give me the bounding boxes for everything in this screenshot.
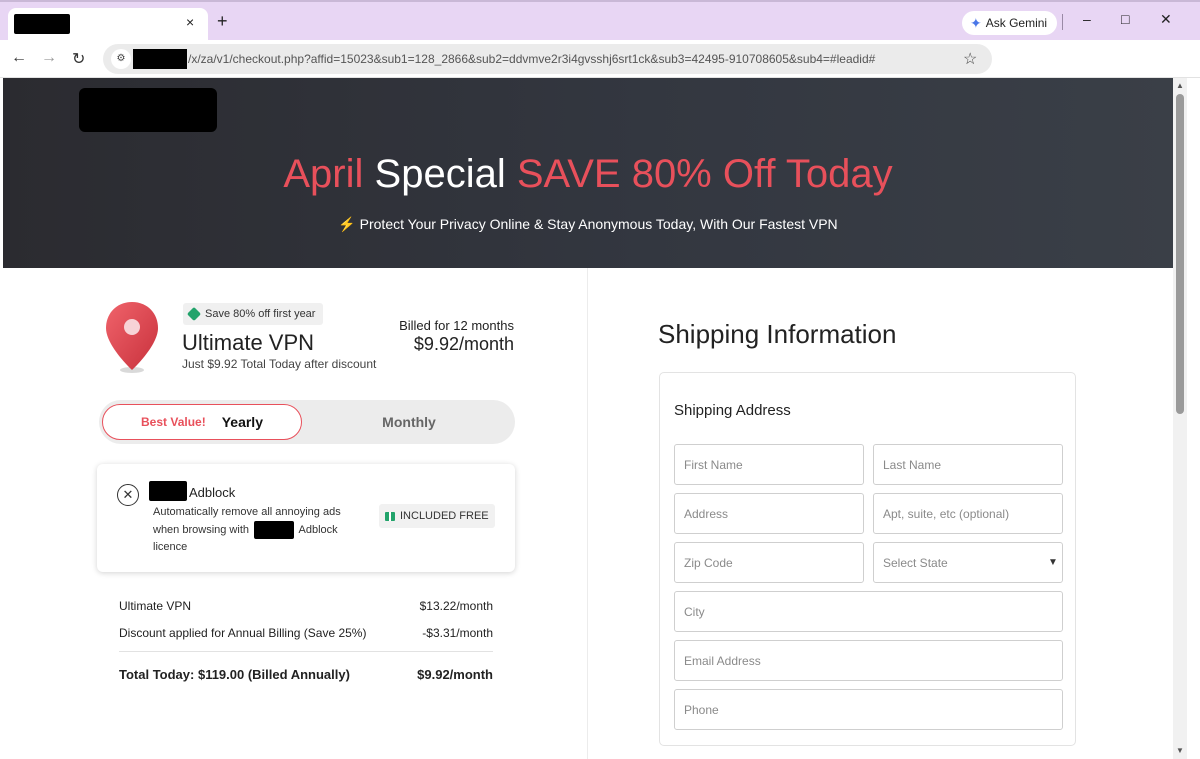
headline-special: Special bbox=[363, 152, 517, 196]
plan-option-monthly[interactable]: Monthly bbox=[309, 404, 509, 440]
page-viewport: April Special SAVE 80% Off Today ⚡ Prote… bbox=[3, 78, 1173, 759]
last-name-field[interactable] bbox=[873, 444, 1063, 485]
gemini-spark-icon: ✦ bbox=[970, 14, 982, 31]
summary-total-row: Total Today: $119.00 (Billed Annually) $… bbox=[119, 667, 493, 682]
ask-gemini-button[interactable]: ✦ Ask Gemini bbox=[962, 11, 1058, 35]
hero-subline: ⚡ Protect Your Privacy Online & Stay Ano… bbox=[3, 216, 1173, 233]
headline-save: SAVE 80% Off Today bbox=[516, 152, 893, 196]
hero-banner: April Special SAVE 80% Off Today ⚡ Prote… bbox=[3, 78, 1173, 268]
best-value-label: Best Value! bbox=[141, 415, 206, 429]
summary-row-value: -$3.31/month bbox=[422, 626, 493, 640]
browser-toolbar: ← → ↻ ⚙ /x/za/v1/checkout.php?affid=1502… bbox=[0, 40, 1200, 78]
included-free-label: INCLUDED FREE bbox=[400, 510, 489, 522]
addon-desc-line2-pre: when browsing with bbox=[153, 523, 249, 536]
ask-gemini-label: Ask Gemini bbox=[985, 16, 1048, 30]
redacted-domain bbox=[133, 49, 187, 69]
addon-description: Automatically remove all annoying ads wh… bbox=[153, 504, 341, 555]
tab-strip: × + ✦ Ask Gemini – □ ✕ bbox=[0, 0, 1200, 42]
tag-icon bbox=[186, 306, 202, 322]
maximize-icon[interactable]: □ bbox=[1121, 11, 1129, 27]
summary-row: Discount applied for Annual Billing (Sav… bbox=[119, 626, 493, 640]
scroll-up-icon[interactable]: ▲ bbox=[1176, 81, 1184, 90]
total-label: Total Today: $119.00 (Billed Annually) bbox=[119, 667, 350, 682]
hero-subline-text: Protect Your Privacy Online & Stay Anony… bbox=[355, 216, 838, 232]
remove-addon-icon[interactable]: ✕ bbox=[117, 484, 139, 506]
redacted-brand bbox=[149, 481, 187, 501]
location-pin-icon bbox=[106, 302, 158, 373]
summary-row: Ultimate VPN $13.22/month bbox=[119, 599, 493, 613]
address-bar[interactable]: ⚙ /x/za/v1/checkout.php?affid=15023&sub1… bbox=[103, 44, 992, 74]
summary-row-value: $13.22/month bbox=[419, 599, 493, 613]
page-scrollbar[interactable]: ▲ ▼ bbox=[1173, 78, 1187, 759]
column-divider bbox=[587, 268, 588, 759]
city-field[interactable] bbox=[674, 591, 1063, 632]
total-value: $9.92/month bbox=[417, 667, 493, 682]
phone-field[interactable] bbox=[674, 689, 1063, 730]
addon-desc-line3: licence bbox=[153, 540, 188, 553]
reload-icon[interactable]: ↻ bbox=[72, 49, 85, 69]
addon-desc-line2-post: Adblock bbox=[298, 523, 338, 536]
product-subtitle: Just $9.92 Total Today after discount bbox=[182, 357, 377, 371]
save-badge-label: Save 80% off first year bbox=[205, 308, 316, 320]
email-field[interactable] bbox=[674, 640, 1063, 681]
yearly-label: Yearly bbox=[221, 414, 263, 430]
forward-icon[interactable]: → bbox=[41, 49, 57, 67]
addon-desc-line2: when browsing with Adblock bbox=[153, 520, 341, 539]
save-badge: Save 80% off first year bbox=[183, 303, 324, 325]
summary-divider bbox=[119, 651, 493, 652]
monthly-price: $9.92/month bbox=[413, 334, 514, 354]
tab-close-icon[interactable]: × bbox=[186, 14, 194, 30]
active-tab[interactable]: × bbox=[8, 8, 208, 42]
state-select[interactable]: Select State bbox=[873, 542, 1063, 583]
redacted-logo bbox=[79, 88, 217, 132]
url-text[interactable]: /x/za/v1/checkout.php?affid=15023&sub1=1… bbox=[188, 52, 875, 66]
apt-suite-field[interactable] bbox=[873, 493, 1063, 534]
shipping-address-title: Shipping Address bbox=[674, 402, 791, 419]
lightning-icon: ⚡ bbox=[338, 216, 356, 232]
hero-headline: April Special SAVE 80% Off Today bbox=[3, 152, 1173, 197]
shipping-heading: Shipping Information bbox=[658, 319, 897, 349]
addon-title: Adblock bbox=[189, 485, 236, 500]
product-name: Ultimate VPN bbox=[182, 330, 315, 355]
bookmark-star-icon[interactable]: ☆ bbox=[963, 49, 977, 69]
plan-option-yearly[interactable]: Best Value! Yearly bbox=[102, 404, 302, 440]
zip-code-field[interactable] bbox=[674, 542, 864, 583]
headline-april: April bbox=[283, 152, 364, 196]
included-free-badge: INCLUDED FREE bbox=[379, 504, 495, 528]
site-info-icon[interactable]: ⚙ bbox=[111, 49, 131, 69]
window-controls-divider bbox=[1062, 14, 1063, 30]
scroll-down-icon[interactable]: ▼ bbox=[1176, 746, 1184, 755]
minimize-icon[interactable]: – bbox=[1083, 11, 1091, 27]
address-field[interactable] bbox=[674, 493, 864, 534]
addon-desc-line1: Automatically remove all annoying ads bbox=[153, 506, 341, 518]
scroll-thumb[interactable] bbox=[1176, 94, 1184, 414]
first-name-field[interactable] bbox=[674, 444, 864, 485]
back-icon[interactable]: ← bbox=[11, 49, 27, 67]
adblock-addon-card: ✕ Adblock Automatically remove all annoy… bbox=[97, 464, 515, 572]
gift-icon bbox=[385, 511, 395, 521]
redacted-tab-title bbox=[14, 14, 70, 34]
summary-row-label: Ultimate VPN bbox=[119, 599, 192, 613]
redacted-brand-inline bbox=[254, 520, 295, 539]
shipping-address-card: Shipping Address Select State ▼ bbox=[659, 372, 1076, 746]
new-tab-button[interactable]: + bbox=[217, 12, 228, 30]
billing-period: Billed for 12 months bbox=[399, 318, 514, 333]
summary-row-label: Discount applied for Annual Billing (Sav… bbox=[119, 626, 367, 640]
close-window-icon[interactable]: ✕ bbox=[1160, 11, 1172, 28]
plan-toggle: Best Value! Yearly Monthly bbox=[99, 400, 515, 444]
